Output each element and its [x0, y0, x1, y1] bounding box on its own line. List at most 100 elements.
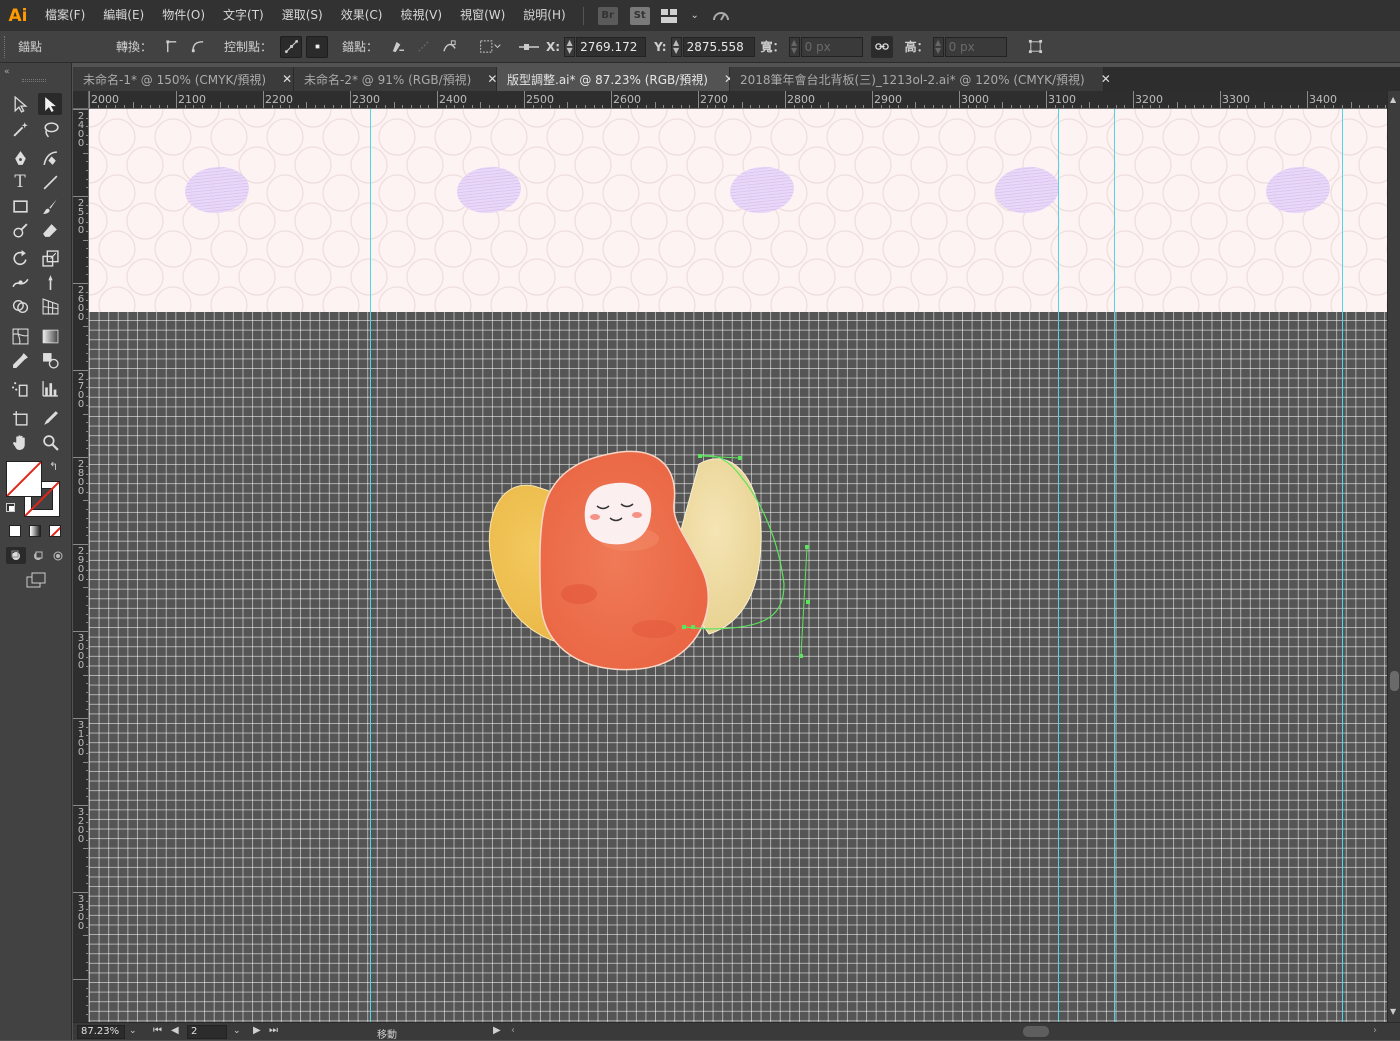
cut-path-icon[interactable]: [438, 36, 460, 58]
y-field[interactable]: 2875.558: [682, 36, 755, 57]
bridge-button[interactable]: Br: [597, 6, 618, 25]
paintbrush-tool-icon[interactable]: [38, 195, 62, 217]
panel-grip[interactable]: [4, 35, 8, 58]
vertical-guide[interactable]: [1058, 109, 1059, 1022]
close-icon[interactable]: ✕: [1101, 72, 1111, 86]
shape-builder-tool-icon[interactable]: [8, 295, 32, 317]
chevron-down-icon[interactable]: ⌄: [684, 5, 706, 27]
magic-wand-tool-icon[interactable]: [8, 118, 32, 140]
puppet-warp-tool-icon[interactable]: [38, 271, 62, 293]
scroll-left-icon[interactable]: ‹: [511, 1025, 515, 1036]
close-icon[interactable]: ✕: [487, 72, 497, 86]
close-icon[interactable]: ✕: [282, 72, 292, 86]
artboard-canvas[interactable]: [89, 109, 1387, 1022]
menu-help[interactable]: 說明(H): [514, 0, 574, 31]
zoom-dropdown-icon[interactable]: ⌄: [129, 1026, 137, 1036]
fill-swatch[interactable]: [6, 461, 42, 497]
scroll-up-icon[interactable]: ▲: [1390, 95, 1396, 104]
gpu-performance-icon[interactable]: [710, 5, 732, 27]
hand-tool-icon[interactable]: [8, 431, 32, 453]
next-artboard-icon[interactable]: ▶: [253, 1025, 261, 1036]
screen-mode-icon[interactable]: [24, 571, 48, 589]
draw-normal-icon[interactable]: [6, 547, 26, 564]
hide-handles-icon[interactable]: [306, 35, 329, 58]
swap-fill-stroke-icon[interactable]: ↰: [49, 460, 58, 473]
gradient-mode-icon[interactable]: [29, 525, 41, 537]
convert-to-corner-icon[interactable]: [160, 36, 182, 58]
character-illustration[interactable]: [479, 444, 829, 684]
scroll-down-icon[interactable]: ▼: [1390, 1007, 1396, 1016]
lasso-tool-icon[interactable]: [38, 118, 62, 140]
status-menu-arrow-icon[interactable]: ▶: [493, 1025, 501, 1036]
default-fill-stroke-icon[interactable]: [6, 503, 15, 512]
vertical-guide[interactable]: [1342, 109, 1343, 1022]
vertical-guide[interactable]: [370, 109, 371, 1022]
menu-view[interactable]: 檢視(V): [391, 0, 451, 31]
panel-grip[interactable]: [22, 79, 46, 82]
menu-type[interactable]: 文字(T): [214, 0, 273, 31]
none-mode-icon[interactable]: [49, 525, 61, 537]
document-tab-4[interactable]: 2018筆年會台北背板(三)_1213ol-2.ai* @ 120% (CMYK…: [730, 67, 1111, 91]
zoom-field[interactable]: 87.23%: [77, 1025, 125, 1039]
x-stepper[interactable]: ▲ ▼: [564, 36, 576, 57]
zoom-tool-icon[interactable]: [38, 431, 62, 453]
horizontal-ruler[interactable]: 2000 2100 2200 2300 2400 2500 2600 2700 …: [89, 91, 1387, 109]
perspective-grid-tool-icon[interactable]: [38, 295, 62, 317]
align-reference-icon[interactable]: [516, 36, 542, 58]
gradient-tool-icon[interactable]: [38, 325, 62, 347]
draw-inside-icon[interactable]: [48, 547, 68, 564]
pen-tool-icon[interactable]: [8, 147, 32, 169]
scrollbar-thumb[interactable]: [1390, 671, 1399, 691]
horizontal-scrollbar-thumb[interactable]: [1023, 1026, 1049, 1037]
document-tab-1[interactable]: 未命名-1* @ 150% (CMYK/預視) ✕: [73, 67, 294, 91]
symbol-sprayer-tool-icon[interactable]: [8, 377, 32, 399]
width-tool-icon[interactable]: [8, 271, 32, 293]
ruler-origin[interactable]: [73, 91, 89, 109]
vertical-guide[interactable]: [1114, 109, 1115, 1022]
scroll-right-icon[interactable]: ›: [1373, 1025, 1377, 1036]
constrain-proportions-icon[interactable]: [870, 35, 893, 58]
direct-selection-tool-icon[interactable]: [38, 93, 62, 115]
slice-tool-icon[interactable]: [38, 407, 62, 429]
rotate-tool-icon[interactable]: [8, 247, 32, 269]
artboard-tool-icon[interactable]: [8, 407, 32, 429]
pen-remove-anchor-icon[interactable]: [386, 36, 408, 58]
isolate-selection-icon[interactable]: [476, 36, 504, 58]
first-artboard-icon[interactable]: ⏮: [153, 1025, 162, 1036]
pattern-background-band[interactable]: [89, 109, 1387, 312]
menu-select[interactable]: 選取(S): [273, 0, 332, 31]
eraser-tool-icon[interactable]: [38, 219, 62, 241]
eyedropper-tool-icon[interactable]: [8, 349, 32, 371]
document-tab-3[interactable]: 版型調整.ai* @ 87.23% (RGB/預視) ✕: [497, 67, 734, 91]
color-mode-icon[interactable]: [9, 525, 21, 537]
convert-to-smooth-icon[interactable]: [186, 36, 208, 58]
curvature-tool-icon[interactable]: [38, 147, 62, 169]
show-handles-icon[interactable]: [280, 35, 303, 58]
collapse-panel-icon[interactable]: «: [4, 67, 10, 77]
menu-object[interactable]: 物件(O): [153, 0, 214, 31]
last-artboard-icon[interactable]: ⏭: [269, 1025, 278, 1036]
y-stepper[interactable]: ▲ ▼: [670, 36, 682, 57]
vertical-scrollbar[interactable]: ▲ ▼: [1387, 91, 1400, 1022]
artboard-dropdown-icon[interactable]: ⌄: [233, 1026, 241, 1036]
artboard-number-field[interactable]: 2: [187, 1025, 227, 1039]
shaper-tool-icon[interactable]: [8, 219, 32, 241]
x-field[interactable]: 2769.172: [576, 36, 647, 57]
stock-button[interactable]: St: [629, 6, 650, 25]
vertical-ruler[interactable]: 2400 2500 2600 2700 2800 2900 3000 3100 …: [73, 109, 89, 1022]
menu-effect[interactable]: 效果(C): [332, 0, 392, 31]
transform-icon[interactable]: [1025, 36, 1047, 58]
previous-artboard-icon[interactable]: ◀: [171, 1025, 179, 1036]
blend-tool-icon[interactable]: [38, 349, 62, 371]
arrange-documents-icon[interactable]: [658, 5, 680, 27]
menu-window[interactable]: 視窗(W): [451, 0, 514, 31]
mesh-tool-icon[interactable]: [8, 325, 32, 347]
draw-behind-icon[interactable]: [28, 547, 48, 564]
menu-edit[interactable]: 編輯(E): [94, 0, 153, 31]
document-tab-2[interactable]: 未命名-2* @ 91% (RGB/預視) ✕: [294, 67, 497, 91]
selection-tool-icon[interactable]: [8, 93, 32, 115]
column-graph-tool-icon[interactable]: [38, 377, 62, 399]
menu-file[interactable]: 檔案(F): [36, 0, 94, 31]
line-segment-tool-icon[interactable]: [38, 171, 62, 193]
rectangle-tool-icon[interactable]: [8, 195, 32, 217]
